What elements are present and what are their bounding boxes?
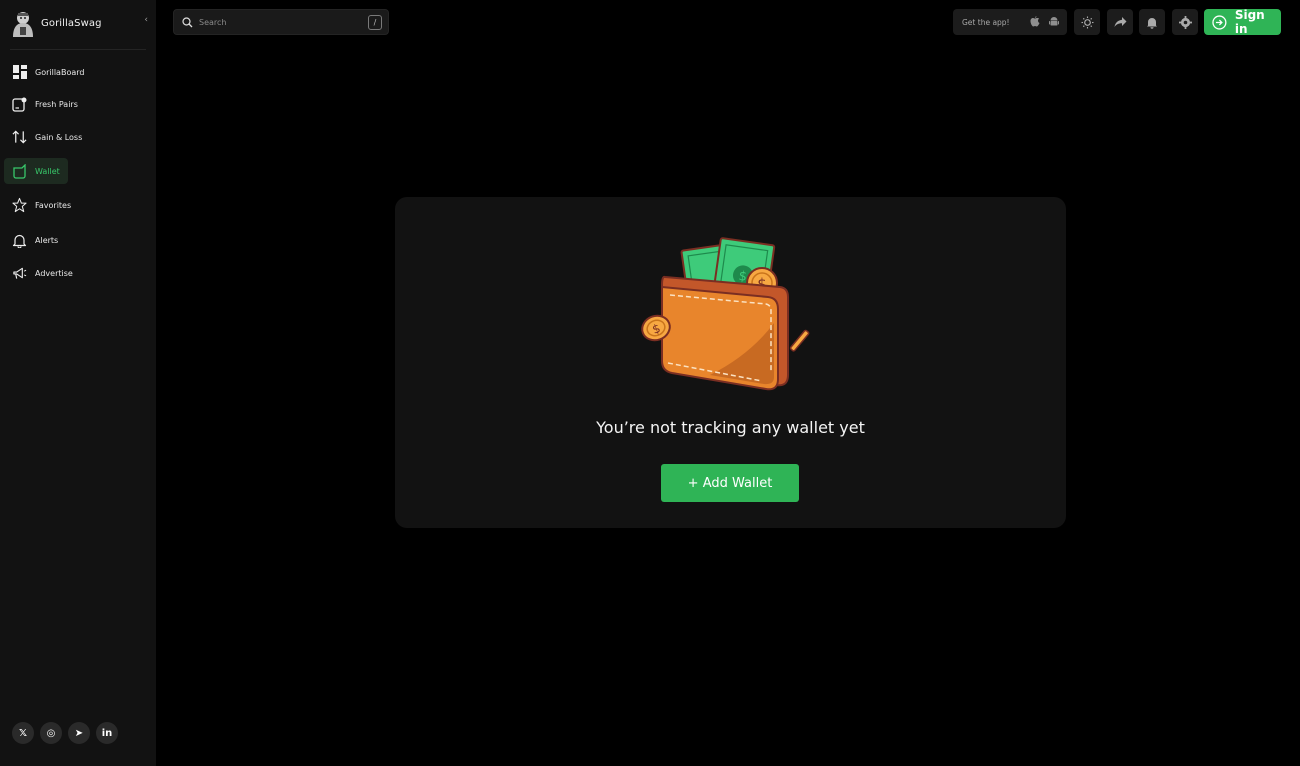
sun-icon: [1081, 16, 1093, 28]
theme-toggle-button[interactable]: [1074, 9, 1100, 35]
telegram-icon[interactable]: ➤: [68, 722, 90, 744]
bell-icon: [1147, 17, 1157, 29]
notifications-button[interactable]: [1139, 9, 1165, 35]
sign-in-button[interactable]: Sign in: [1204, 8, 1281, 36]
brand[interactable]: GorillaSwag: [10, 8, 150, 38]
share-button[interactable]: [1107, 9, 1133, 35]
sidebar-item-label: Wallet: [35, 166, 60, 176]
sidebar-item-favorites[interactable]: Favorites: [0, 192, 156, 218]
share-icon: [1114, 17, 1126, 27]
get-app-label: Get the app!: [962, 17, 1010, 27]
wallet-illustration-icon: $ $ $: [641, 237, 810, 391]
divider: [10, 49, 146, 50]
empty-state-title: You’re not tracking any wallet yet: [596, 418, 865, 437]
fresh-pairs-icon: [12, 97, 27, 112]
sidebar-item-label: Alerts: [35, 235, 59, 245]
add-wallet-button[interactable]: + Add Wallet: [661, 464, 799, 502]
search-input[interactable]: [199, 17, 359, 27]
sidebar-item-alerts[interactable]: Alerts: [0, 227, 156, 253]
shortcut-key: /: [368, 15, 382, 30]
sidebar-item-fresh-pairs[interactable]: Fresh Pairs: [0, 91, 156, 117]
sidebar-item-label: Fresh Pairs: [35, 99, 78, 109]
android-icon[interactable]: [1049, 16, 1059, 27]
search-bar[interactable]: /: [173, 9, 389, 35]
sidebar: GorillaSwag ‹ GorillaBoard Fresh Pairs G…: [0, 0, 156, 766]
sidebar-item-label: GorillaBoard: [35, 67, 85, 77]
sidebar-item-label: Advertise: [35, 268, 73, 278]
arrows-updown-icon: [12, 130, 27, 145]
bell-icon: [12, 233, 27, 248]
brand-name: GorillaSwag: [41, 17, 102, 29]
sidebar-item-advertise[interactable]: Advertise: [0, 260, 156, 286]
instagram-icon[interactable]: ◎: [40, 722, 62, 744]
sidebar-item-gain-loss[interactable]: Gain & Loss: [0, 124, 156, 150]
store-icons: [1030, 16, 1059, 27]
linkedin-icon[interactable]: in: [96, 722, 118, 744]
sign-in-icon: [1212, 14, 1227, 30]
apple-icon[interactable]: [1030, 16, 1040, 27]
star-icon: [12, 197, 27, 213]
sidebar-item-label: Favorites: [35, 200, 72, 210]
search-icon: [182, 16, 193, 27]
megaphone-icon: [12, 266, 27, 281]
sign-in-label: Sign in: [1234, 8, 1265, 36]
collapse-sidebar-icon[interactable]: ‹: [144, 15, 148, 25]
wallet-icon: [12, 163, 27, 179]
sidebar-item-wallet[interactable]: Wallet: [0, 158, 156, 184]
dashboard-icon: [12, 65, 27, 80]
sidebar-item-label: Gain & Loss: [35, 132, 83, 142]
empty-wallet-card: $ $ $ You’re not tracking any wallet yet…: [395, 197, 1066, 528]
social-links: 𝕏 ◎ ➤ in: [12, 722, 118, 744]
gear-icon: [1178, 15, 1192, 29]
get-app-panel: Get the app!: [953, 9, 1067, 35]
x-icon[interactable]: 𝕏: [12, 722, 34, 744]
sidebar-item-gorillaboard[interactable]: GorillaBoard: [0, 59, 156, 85]
settings-button[interactable]: [1172, 9, 1198, 35]
gorilla-logo-icon: [13, 12, 33, 37]
